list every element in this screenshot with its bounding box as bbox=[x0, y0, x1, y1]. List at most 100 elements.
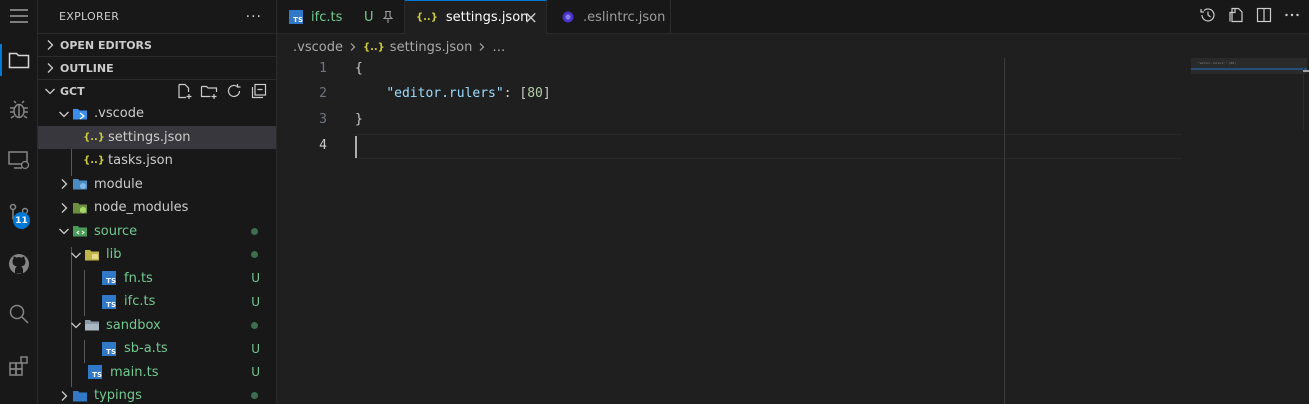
tree-file-fn-ts[interactable]: TS fn.ts U bbox=[38, 267, 276, 291]
open-settings-icon[interactable] bbox=[1227, 6, 1245, 24]
section-open-editors[interactable]: OPEN EDITORS bbox=[38, 33, 276, 56]
tree-item-label: sb-a.ts bbox=[124, 341, 168, 357]
tree-folder-typings[interactable]: typings bbox=[38, 384, 276, 404]
chevron-right-icon bbox=[47, 63, 54, 73]
json-file-icon: {..} bbox=[83, 131, 105, 143]
collapse-all-icon[interactable] bbox=[250, 82, 268, 100]
json-separator: : [ bbox=[503, 86, 528, 101]
tree-file-main-ts[interactable]: TS main.ts U bbox=[38, 361, 276, 385]
json-brace: { bbox=[355, 61, 363, 76]
tree-item-label: main.ts bbox=[110, 364, 159, 380]
json-file-icon: {..} bbox=[416, 12, 438, 23]
chevron-right-icon bbox=[61, 202, 68, 213]
json-brace: } bbox=[355, 112, 363, 127]
chevron-down-icon bbox=[71, 322, 81, 329]
section-label: OPEN EDITORS bbox=[60, 38, 152, 52]
chevron-down-icon bbox=[71, 252, 81, 259]
untracked-status: U bbox=[251, 294, 260, 309]
tree-item-label: fn.ts bbox=[124, 270, 153, 286]
tree-item-label: lib bbox=[106, 247, 122, 263]
code-editor[interactable]: 1 2 3 4 { "editor.rulers": [80] } "edito… bbox=[277, 58, 1309, 404]
lib-folder-icon bbox=[84, 247, 100, 263]
tree-file-settings-json[interactable]: {..} settings.json bbox=[38, 125, 276, 149]
tree-file-tasks-json[interactable]: {..} tasks.json bbox=[38, 149, 276, 173]
module-folder-icon bbox=[72, 176, 88, 192]
breadcrumb-file[interactable]: settings.json bbox=[390, 40, 473, 55]
editor-actions bbox=[1199, 6, 1301, 24]
chevron-down-icon bbox=[59, 111, 69, 118]
code-line-2: "editor.rulers": [80] bbox=[355, 86, 550, 101]
vertical-scrollbar[interactable] bbox=[1303, 58, 1309, 130]
breadcrumb-folder[interactable]: .vscode bbox=[293, 40, 343, 55]
search-icon[interactable] bbox=[0, 294, 38, 334]
new-folder-icon[interactable] bbox=[200, 82, 218, 100]
section-outline[interactable]: OUTLINE bbox=[38, 56, 276, 79]
tree-item-label: settings.json bbox=[108, 129, 191, 145]
tab-label: ifc.ts bbox=[311, 9, 343, 25]
editor-ruler bbox=[1004, 58, 1005, 404]
tree-item-label: tasks.json bbox=[108, 153, 173, 169]
modified-dot bbox=[251, 251, 258, 258]
untracked-status: U bbox=[251, 365, 260, 379]
current-line-highlight bbox=[355, 134, 1182, 159]
tree-file-sb-a-ts[interactable]: TS sb-a.ts U bbox=[38, 337, 276, 361]
more-actions-icon[interactable] bbox=[1283, 6, 1301, 24]
remote-explorer-icon[interactable] bbox=[0, 140, 38, 180]
timeline-history-icon[interactable] bbox=[1199, 6, 1217, 24]
close-tab-button[interactable]: × bbox=[524, 8, 538, 28]
explorer-header: EXPLORER ··· bbox=[38, 0, 276, 33]
untracked-status: U bbox=[251, 271, 260, 285]
extensions-icon[interactable] bbox=[0, 346, 38, 386]
typescript-file-icon: TS bbox=[289, 10, 303, 24]
modified-dot bbox=[251, 321, 258, 329]
folder-open-icon bbox=[84, 317, 100, 333]
section-label: GCT bbox=[60, 84, 85, 98]
tree-item-label: node_modules bbox=[94, 200, 189, 216]
pin-icon[interactable] bbox=[381, 10, 395, 24]
tree-folder-sandbox[interactable]: sandbox bbox=[38, 314, 276, 338]
tree-item-label: ifc.ts bbox=[124, 294, 156, 310]
tree-item-label: module bbox=[94, 176, 143, 192]
tree-folder-vscode[interactable]: .vscode bbox=[38, 102, 276, 126]
line-number: 4 bbox=[319, 138, 327, 153]
github-icon[interactable] bbox=[0, 244, 38, 284]
minimap-cursor-line bbox=[1191, 68, 1307, 70]
activity-bar: 11 bbox=[0, 0, 38, 404]
tree-item-label: source bbox=[94, 223, 138, 239]
typescript-file-icon: TS bbox=[102, 341, 116, 356]
minimap[interactable]: "editor.rulers": [80] bbox=[1190, 58, 1309, 404]
chevron-right-icon bbox=[47, 40, 54, 50]
tree-folder-node-modules[interactable]: node_modules bbox=[38, 196, 276, 220]
tree-folder-source[interactable]: source bbox=[38, 220, 276, 244]
source-folder-icon bbox=[72, 223, 88, 239]
workspace-actions bbox=[175, 82, 268, 100]
minimap-text: "editor.rulers": [80] bbox=[1198, 61, 1236, 65]
line-number: 2 bbox=[319, 86, 327, 101]
explorer-title: EXPLORER bbox=[59, 10, 120, 23]
modified-dot bbox=[251, 227, 258, 235]
tab-ifc-ts[interactable]: TS ifc.ts U bbox=[277, 0, 405, 34]
menu-icon[interactable] bbox=[0, 0, 38, 34]
eslint-file-icon bbox=[561, 10, 575, 24]
explorer-files-icon[interactable] bbox=[0, 40, 38, 80]
debug-bug-icon[interactable] bbox=[0, 90, 38, 130]
more-actions-button[interactable]: ··· bbox=[246, 9, 262, 25]
typescript-file-icon: TS bbox=[102, 294, 116, 309]
refresh-icon[interactable] bbox=[225, 82, 243, 100]
tab-eslintrc-json[interactable]: .eslintrc.json bbox=[547, 0, 671, 34]
typescript-file-icon: TS bbox=[102, 271, 116, 286]
new-file-icon[interactable] bbox=[175, 82, 193, 100]
tree-folder-module[interactable]: module bbox=[38, 173, 276, 197]
typescript-file-icon: TS bbox=[88, 365, 102, 380]
tab-settings-json[interactable]: {..} settings.json × bbox=[405, 0, 547, 34]
tree-folder-lib[interactable]: lib bbox=[38, 243, 276, 267]
section-workspace[interactable]: GCT bbox=[38, 79, 276, 102]
tab-label: .eslintrc.json bbox=[583, 9, 666, 25]
chevron-down-icon bbox=[59, 228, 69, 235]
json-file-icon: {..} bbox=[83, 155, 105, 167]
breadcrumb-more[interactable]: … bbox=[492, 40, 505, 55]
tree-file-ifc-ts[interactable]: TS ifc.ts U bbox=[38, 290, 276, 314]
json-key: "editor.rulers" bbox=[386, 86, 504, 101]
split-editor-icon[interactable] bbox=[1255, 6, 1273, 24]
